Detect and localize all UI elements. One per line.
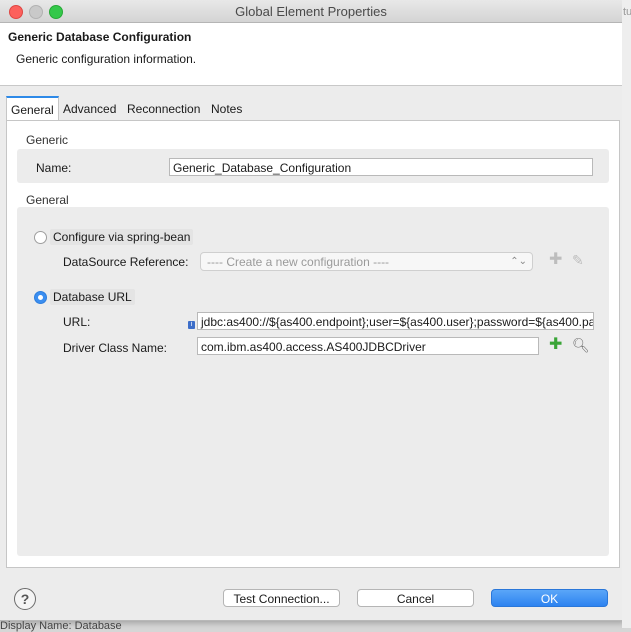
dialog-header: Generic Database Configuration Generic c… [0, 23, 622, 86]
generic-group: Name: Generic_Database_Configuration [17, 149, 609, 183]
general-tab-panel: Generic Name: Generic_Database_Configura… [6, 120, 620, 568]
test-connection-button[interactable]: Test Connection... [223, 589, 340, 607]
info-icon: i [188, 321, 195, 329]
database-url-label[interactable]: Database URL [50, 289, 135, 305]
datasource-reference-value: ---- Create a new configuration ---- [207, 255, 390, 269]
datasource-reference-label: DataSource Reference: [63, 255, 189, 269]
search-driver-icon[interactable]: 🔍︎ [572, 338, 590, 352]
url-label: URL: [63, 315, 91, 329]
tab-notes[interactable]: Notes [207, 96, 246, 120]
spring-bean-label[interactable]: Configure via spring-bean [50, 229, 194, 245]
spring-bean-radio[interactable] [34, 231, 47, 244]
general-group: Configure via spring-bean DataSource Ref… [17, 207, 609, 556]
general-section-label: General [26, 193, 69, 207]
window-title: Global Element Properties [235, 4, 387, 19]
title-bar: Global Element Properties [0, 0, 622, 23]
global-element-properties-dialog: Global Element Properties Generic Databa… [0, 0, 623, 621]
background-right-text: tu [623, 6, 631, 18]
ok-button[interactable]: OK [491, 589, 608, 607]
datasource-reference-select[interactable]: ---- Create a new configuration ---- ⌃⌄ [200, 252, 533, 271]
header-title: Generic Database Configuration [8, 30, 192, 44]
driver-class-name-input[interactable]: com.ibm.as400.access.AS400JDBCDriver [197, 337, 539, 355]
header-description: Generic configuration information. [16, 52, 197, 66]
select-arrows-icon: ⌃⌄ [510, 256, 527, 267]
name-input[interactable]: Generic_Database_Configuration [169, 158, 593, 176]
cancel-button[interactable]: Cancel [357, 589, 474, 607]
background-window-edge [622, 0, 631, 628]
add-driver-icon[interactable]: ✚ [549, 337, 562, 353]
url-input[interactable]: jdbc:as400://${as400.endpoint};user=${as… [197, 312, 594, 330]
generic-section-label: Generic [26, 133, 69, 147]
driver-class-name-label: Driver Class Name: [63, 341, 168, 355]
tab-advanced[interactable]: Advanced [59, 96, 120, 120]
edit-datasource-icon[interactable]: ✎ [572, 253, 584, 267]
database-url-radio[interactable] [34, 291, 47, 304]
tab-reconnection[interactable]: Reconnection [123, 96, 204, 120]
background-display-name-text: Display Name: Database [0, 620, 122, 632]
name-label: Name: [36, 161, 72, 175]
add-datasource-icon[interactable]: ✚ [549, 252, 562, 268]
help-icon[interactable]: ? [14, 588, 36, 610]
tab-general[interactable]: General [6, 96, 59, 122]
